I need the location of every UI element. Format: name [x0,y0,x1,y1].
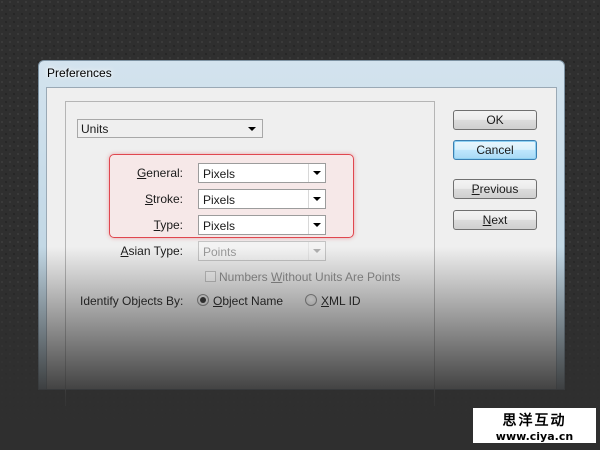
previous-button[interactable]: Previous [453,179,537,199]
general-units-dropdown[interactable]: Pixels [198,163,326,183]
asian-type-label: Asian Type: [120,244,184,258]
identify-objects-label: Identify Objects By: [80,294,184,308]
asian-type-units-value: Points [203,245,237,259]
dropdown-button [308,242,325,260]
stroke-units-dropdown[interactable]: Pixels [198,189,326,209]
dropdown-button[interactable] [308,164,325,182]
stroke-units-value: Pixels [203,193,236,207]
panel-select[interactable]: Units [77,119,263,138]
watermark-url: www.ciya.cn [495,430,574,443]
chevron-down-icon [313,249,321,253]
numbers-without-units-label: Numbers Without Units Are Points [219,270,401,284]
cancel-button[interactable]: Cancel [453,140,537,160]
asian-type-units-dropdown: Points [198,241,326,261]
ok-button[interactable]: OK [453,110,537,130]
type-units-dropdown[interactable]: Pixels [198,215,326,235]
type-label-rest: ype: [160,218,183,232]
preferences-dialog: Preferences Units General: Pixels Stroke… [38,60,565,406]
chevron-down-icon [313,171,321,175]
dropdown-button[interactable] [308,216,325,234]
dialog-client-area: Units General: Pixels Stroke: Pixels Typ… [46,87,557,406]
numbers-without-units-checkbox[interactable] [205,271,216,282]
general-label: General: [136,166,183,180]
title-bar[interactable]: Preferences [39,61,564,87]
object-name-label: Object Name [213,294,284,308]
window-title: Preferences [47,66,112,80]
next-button[interactable]: Next [453,210,537,230]
type-units-value: Pixels [203,219,236,233]
radio-selected-dot [200,297,206,303]
asian-type-label-rest: sian Type: [128,244,183,258]
object-name-radio[interactable] [197,294,209,306]
dropdown-button[interactable] [308,190,325,208]
type-label: Type: [153,218,183,232]
site-watermark: 思洋互动 www.ciya.cn [473,408,596,443]
watermark-brand: 思洋互动 [502,413,567,429]
xml-id-label: XML ID [321,294,361,308]
stroke-label: Stroke: [144,192,183,206]
panel-select-value: Units [81,122,109,136]
general-units-value: Pixels [203,167,236,181]
chevron-down-icon [313,223,321,227]
chevron-down-icon [313,197,321,201]
stroke-label-rest: troke: [152,192,183,206]
chevron-down-icon [248,127,256,131]
xml-id-radio[interactable] [305,294,317,306]
general-label-rest: eneral: [146,166,183,180]
